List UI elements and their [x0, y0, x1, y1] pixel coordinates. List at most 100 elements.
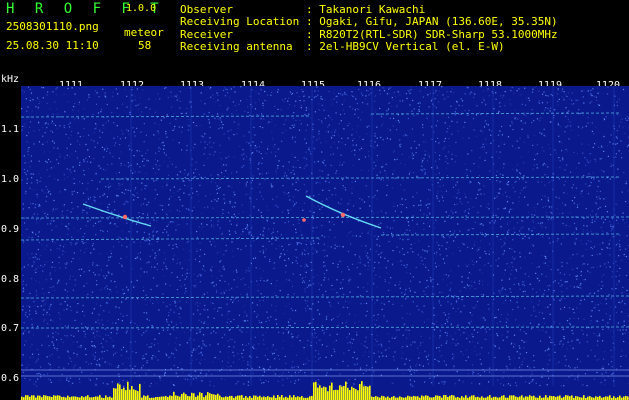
noise-speckle: [454, 196, 456, 198]
noise-speckle: [211, 373, 213, 375]
noise-speckle: [386, 93, 388, 95]
noise-speckle: [580, 274, 582, 276]
noise-speckle: [577, 99, 579, 101]
noise-speckle: [83, 169, 85, 172]
noise-speckle: [29, 88, 31, 91]
noise-speckle: [29, 379, 31, 381]
noise-speckle: [419, 344, 421, 346]
noise-speckle: [90, 252, 92, 254]
noise-speckle: [35, 361, 37, 363]
noise-speckle: [265, 331, 267, 333]
noise-speckle: [168, 204, 170, 206]
noise-speckle: [309, 117, 312, 119]
noise-speckle: [40, 305, 42, 307]
noise-speckle: [70, 261, 73, 263]
noise-speckle: [67, 233, 69, 235]
noise-speckle: [416, 305, 418, 307]
noise-speckle: [502, 253, 504, 256]
noise-speckle: [445, 248, 447, 250]
noise-speckle: [355, 131, 358, 133]
noise-speckle: [318, 119, 320, 121]
noise-speckle: [536, 118, 539, 120]
noise-speckle: [413, 108, 415, 110]
noise-speckle: [198, 362, 201, 364]
noise-speckle: [53, 142, 55, 144]
noise-speckle: [246, 292, 248, 294]
noise-speckle: [603, 150, 605, 152]
noise-speckle: [561, 284, 563, 286]
noise-speckle: [70, 143, 72, 145]
noise-speckle: [541, 222, 543, 224]
noise-speckle: [334, 187, 336, 189]
noise-speckle: [203, 136, 205, 138]
noise-speckle: [275, 305, 277, 307]
noise-speckle: [409, 104, 411, 106]
noise-speckle: [443, 274, 445, 276]
noise-speckle: [396, 106, 398, 108]
noise-speckle: [573, 202, 575, 204]
noise-speckle: [212, 207, 214, 209]
noise-speckle: [529, 367, 531, 369]
noise-speckle: [92, 243, 94, 245]
noise-speckle: [79, 181, 81, 183]
noise-speckle: [107, 288, 109, 290]
noise-speckle: [615, 244, 617, 246]
noise-speckle: [330, 246, 332, 248]
noise-speckle: [223, 133, 225, 135]
noise-speckle: [164, 371, 166, 374]
noise-speckle: [265, 380, 267, 382]
noise-speckle: [609, 141, 611, 143]
noise-speckle: [594, 143, 596, 145]
noise-speckle: [43, 293, 45, 295]
noise-speckle: [42, 87, 45, 89]
noise-speckle: [34, 310, 36, 312]
noise-speckle: [467, 114, 469, 116]
noise-speckle: [321, 200, 323, 202]
noise-speckle: [500, 383, 502, 385]
noise-speckle: [518, 178, 521, 180]
noise-speckle: [256, 198, 258, 201]
noise-speckle: [91, 341, 93, 343]
noise-speckle: [176, 262, 178, 264]
noise-speckle: [474, 93, 476, 95]
noise-speckle: [548, 216, 551, 218]
noise-speckle: [379, 171, 381, 173]
noise-speckle: [385, 212, 387, 214]
noise-speckle: [577, 339, 579, 341]
noise-speckle: [91, 179, 93, 182]
noise-speckle: [313, 242, 315, 244]
noise-speckle: [369, 351, 371, 353]
noise-speckle: [206, 373, 208, 375]
noise-speckle: [65, 283, 68, 285]
noise-speckle: [343, 161, 345, 164]
observer-value: : Takanori Kawachi: [306, 3, 426, 16]
noise-speckle: [545, 212, 547, 214]
noise-speckle: [179, 177, 181, 179]
noise-speckle: [317, 160, 319, 163]
noise-speckle: [55, 331, 57, 333]
noise-speckle: [379, 276, 381, 278]
noise-speckle: [619, 329, 621, 331]
noise-speckle: [106, 285, 108, 287]
noise-speckle: [106, 265, 108, 267]
noise-speckle: [376, 244, 378, 246]
noise-speckle: [506, 201, 509, 203]
noise-speckle: [549, 326, 551, 329]
noise-speckle: [577, 374, 579, 376]
noise-speckle: [608, 363, 610, 365]
noise-speckle: [234, 230, 236, 233]
noise-speckle: [37, 235, 39, 238]
noise-speckle: [559, 160, 561, 162]
noise-speckle: [242, 344, 244, 346]
noise-speckle: [394, 351, 396, 353]
noise-speckle: [84, 333, 86, 335]
noise-speckle: [50, 286, 52, 289]
noise-speckle: [468, 109, 470, 112]
noise-speckle: [92, 345, 94, 347]
noise-speckle: [388, 340, 390, 342]
noise-speckle: [382, 232, 385, 234]
noise-speckle: [579, 112, 581, 114]
noise-speckle: [509, 209, 511, 211]
noise-speckle: [263, 371, 266, 373]
noise-speckle: [514, 191, 516, 193]
